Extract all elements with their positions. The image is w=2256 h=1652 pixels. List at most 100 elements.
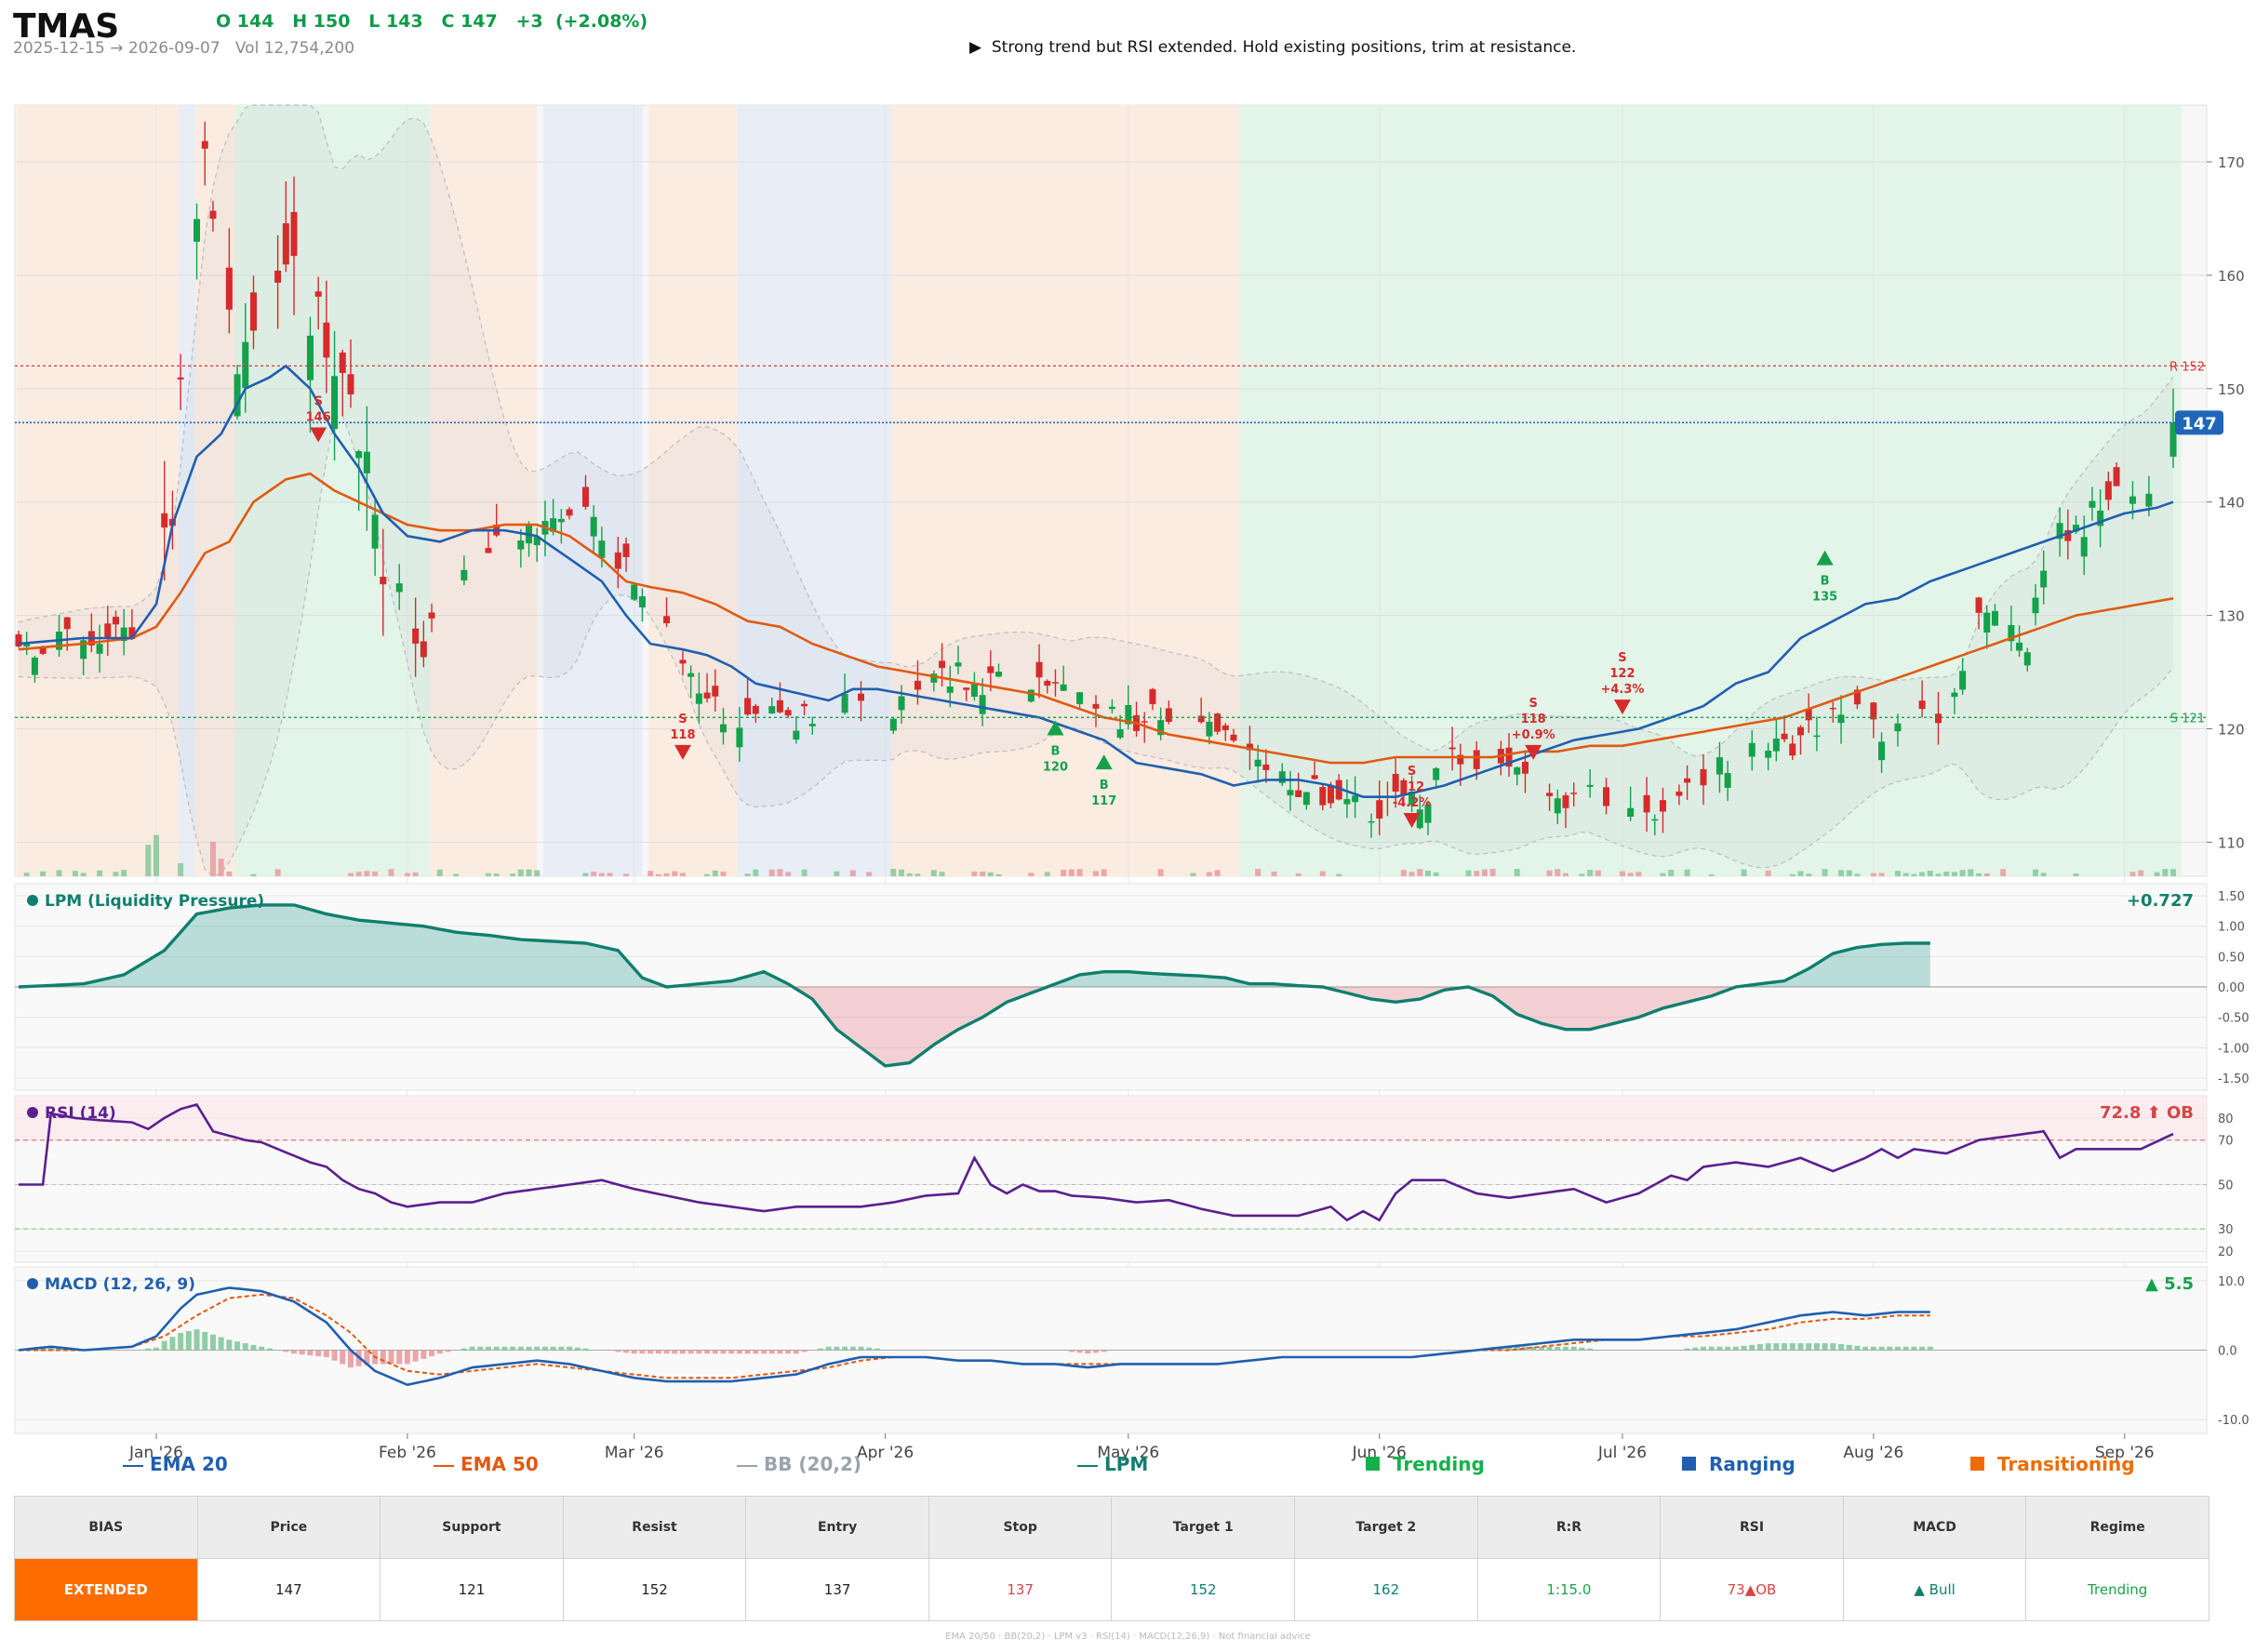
volume-bar bbox=[364, 871, 370, 876]
signal-label: +0.9% bbox=[1512, 728, 1555, 742]
candle-body bbox=[841, 694, 848, 713]
candle-body bbox=[1918, 700, 1926, 710]
candle-body bbox=[736, 727, 743, 748]
volume-bar bbox=[1741, 869, 1747, 876]
volume-bar bbox=[1919, 872, 1926, 876]
legend-trending: Trending bbox=[1366, 1453, 1485, 1475]
volume-bar bbox=[623, 873, 630, 876]
signal-label: 112 bbox=[1399, 780, 1424, 794]
candle-body bbox=[1392, 773, 1399, 792]
date-range: 2025-12-15 → 2026-09-07 Vol 12,754,200 bbox=[13, 39, 354, 58]
candle-body bbox=[96, 644, 103, 654]
volume-bar bbox=[995, 873, 1002, 876]
summary-value-cell: 147 bbox=[196, 1558, 381, 1621]
candle-body bbox=[979, 695, 986, 714]
volume-bar bbox=[1190, 873, 1196, 876]
macd-histogram-bar bbox=[461, 1348, 467, 1351]
candle-body bbox=[194, 219, 201, 242]
volume-bar bbox=[1417, 869, 1423, 876]
volume-bar bbox=[1708, 873, 1715, 876]
candle-body bbox=[1352, 795, 1359, 803]
resistance-label: R 152 bbox=[2169, 360, 2205, 374]
volume-bar bbox=[1854, 873, 1861, 876]
volume-bar bbox=[914, 873, 921, 876]
candle-body bbox=[752, 705, 759, 714]
macd-title: MACD (12, 26, 9) bbox=[45, 1275, 195, 1294]
candle-body bbox=[1376, 800, 1383, 819]
volume-bar bbox=[1433, 872, 1439, 876]
macd-histogram-bar bbox=[558, 1346, 565, 1351]
candle-body bbox=[1894, 723, 1902, 732]
macd-histogram-bar bbox=[1587, 1348, 1594, 1351]
candle-body bbox=[939, 660, 946, 669]
volume-bar bbox=[1935, 873, 1942, 876]
macd-histogram-bar bbox=[866, 1347, 873, 1351]
volume-bar bbox=[1684, 869, 1690, 876]
candle-body bbox=[1813, 735, 1821, 738]
volume-bar bbox=[412, 872, 419, 876]
macd-histogram-bar bbox=[687, 1350, 694, 1354]
macd-histogram-bar bbox=[283, 1350, 289, 1352]
volume-bar bbox=[1765, 870, 1771, 876]
volume-bar bbox=[1562, 873, 1569, 876]
volume-bar bbox=[517, 869, 524, 876]
candle-body bbox=[768, 706, 776, 714]
macd-histogram-bar bbox=[1822, 1343, 1828, 1351]
candle-body bbox=[1221, 725, 1229, 731]
volume-bar bbox=[1627, 873, 1634, 876]
candle-body bbox=[1643, 794, 1650, 813]
macd-histogram-bar bbox=[858, 1346, 864, 1351]
volume-bar bbox=[1336, 873, 1342, 876]
volume-bar bbox=[1619, 871, 1625, 876]
macd-histogram-bar bbox=[672, 1350, 678, 1354]
volume-bar bbox=[1093, 871, 1099, 876]
summary-value-cell: 1:15.0 bbox=[1476, 1558, 1662, 1621]
volume-bar bbox=[1044, 872, 1050, 876]
volume-bar bbox=[1061, 870, 1067, 876]
volume-bar bbox=[485, 873, 491, 876]
macd-histogram-bar bbox=[567, 1346, 573, 1351]
legend-ranging-label: Ranging bbox=[1708, 1453, 1795, 1475]
macd-histogram-bar bbox=[639, 1350, 646, 1354]
candle-body bbox=[177, 377, 184, 380]
volume-bar bbox=[906, 873, 913, 876]
macd-dot-icon bbox=[27, 1278, 38, 1289]
volume-bar bbox=[80, 873, 87, 876]
volume-bar bbox=[1983, 873, 1990, 876]
candle-body bbox=[1796, 726, 1804, 736]
volume-bar bbox=[121, 870, 127, 876]
candle-body bbox=[858, 693, 865, 701]
volume-bar bbox=[1968, 869, 1974, 876]
macd-histogram-bar bbox=[194, 1329, 200, 1351]
candle-body bbox=[614, 552, 621, 569]
summary-value-cell: Trending bbox=[2025, 1558, 2209, 1621]
macd-histogram-bar bbox=[777, 1350, 783, 1354]
macd-histogram-bar bbox=[696, 1350, 702, 1354]
candle-body bbox=[1983, 612, 1991, 633]
rsi-dot-icon bbox=[27, 1107, 38, 1118]
summary-table: BIAS Price Support Resist Entry Stop Tar… bbox=[14, 1496, 2209, 1621]
candle-body bbox=[2032, 597, 2039, 614]
macd-histogram-bar bbox=[1546, 1346, 1553, 1351]
macd-histogram-bar bbox=[436, 1350, 443, 1354]
candle-body bbox=[1514, 766, 1521, 775]
legend-trending-label: Trending bbox=[1392, 1453, 1485, 1475]
candle-body bbox=[371, 514, 379, 549]
candle-body bbox=[1724, 773, 1731, 789]
macd-histogram-bar bbox=[1887, 1346, 1893, 1351]
volume-bar bbox=[720, 872, 727, 876]
candle-body bbox=[776, 699, 783, 713]
macd-histogram-bar bbox=[744, 1350, 751, 1354]
candle-body bbox=[2129, 496, 2136, 504]
volume-bar bbox=[97, 870, 103, 876]
macd-histogram-bar bbox=[582, 1348, 589, 1351]
macd-histogram-bar bbox=[202, 1331, 208, 1351]
volume-bar bbox=[1555, 869, 1561, 876]
candle-body bbox=[323, 322, 330, 358]
volume-bar bbox=[1514, 869, 1520, 876]
volume-bar bbox=[899, 869, 905, 876]
candle-body bbox=[1060, 684, 1067, 691]
summary-value-row: EXTENDED 147 121 152 137 137 152 162 1:1… bbox=[14, 1558, 2209, 1621]
candle-body bbox=[784, 710, 792, 716]
macd-histogram-bar bbox=[291, 1350, 298, 1354]
